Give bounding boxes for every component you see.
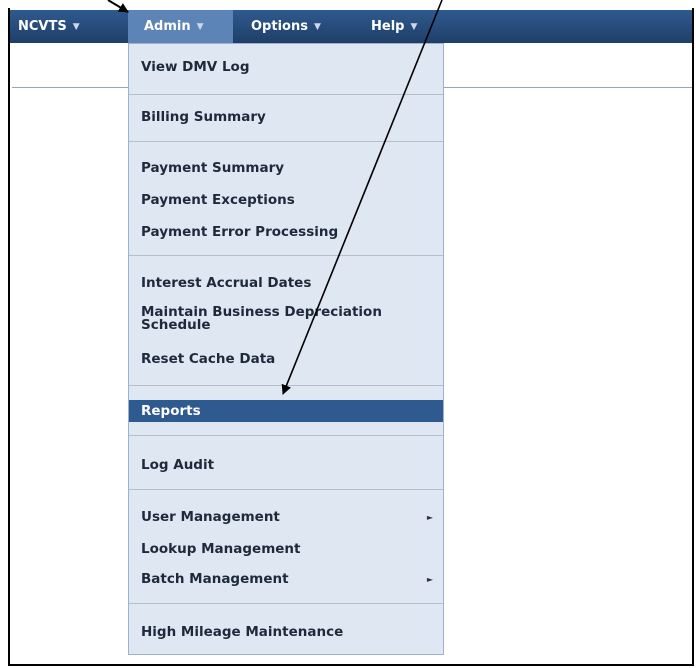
menu-item-user-management-label: User Management (141, 509, 280, 525)
menu-item-lookup-management[interactable]: Lookup Management (129, 538, 443, 560)
menu-options-label: Options (251, 19, 308, 34)
menu-help[interactable]: Help ▼ (371, 10, 451, 43)
menu-item-payment-exceptions[interactable]: Payment Exceptions (129, 189, 443, 211)
menu-separator (129, 603, 443, 604)
menu-help-label: Help (371, 19, 405, 34)
chevron-right-icon: ► (426, 575, 433, 584)
menu-item-billing-summary[interactable]: Billing Summary (129, 106, 443, 128)
menu-separator (129, 94, 443, 95)
menu-item-user-management[interactable]: User Management ► (129, 506, 443, 528)
chevron-down-icon: ▼ (72, 22, 80, 32)
menu-item-interest-accrual-dates[interactable]: Interest Accrual Dates (129, 272, 443, 294)
menu-separator (129, 435, 443, 436)
chevron-down-icon: ▼ (410, 22, 418, 32)
chevron-down-icon: ▼ (196, 22, 204, 32)
menu-separator (129, 255, 443, 256)
menu-item-log-audit[interactable]: Log Audit (129, 454, 443, 476)
menu-separator (129, 489, 443, 490)
menu-item-batch-management[interactable]: Batch Management ► (129, 568, 443, 590)
menu-item-high-mileage-maintenance[interactable]: High Mileage Maintenance (129, 621, 443, 643)
menu-item-batch-management-label: Batch Management (141, 571, 289, 587)
chevron-right-icon: ► (426, 513, 433, 522)
menu-item-reports[interactable]: Reports (129, 400, 443, 422)
menu-ncvts-label: NCVTS (18, 19, 67, 34)
menu-ncvts[interactable]: NCVTS ▼ (18, 10, 128, 43)
chevron-down-icon: ▼ (313, 22, 321, 32)
menu-item-payment-summary[interactable]: Payment Summary (129, 157, 443, 179)
menu-separator (129, 385, 443, 386)
menu-item-view-dmv-log[interactable]: View DMV Log (129, 56, 443, 78)
menu-options[interactable]: Options ▼ (251, 10, 356, 43)
admin-dropdown-menu: View DMV Log Billing Summary Payment Sum… (128, 43, 444, 655)
menu-item-maintain-business-depreciation-schedule[interactable]: Maintain Business Depreciation Schedule (129, 305, 429, 332)
menu-item-reset-cache-data[interactable]: Reset Cache Data (129, 348, 443, 370)
menu-admin-label: Admin (144, 19, 191, 34)
menu-bar: NCVTS ▼ Admin ▼ Options ▼ Help ▼ (10, 10, 692, 43)
menu-admin[interactable]: Admin ▼ (128, 10, 233, 43)
menu-item-payment-error-processing[interactable]: Payment Error Processing (129, 221, 443, 243)
menu-separator (129, 141, 443, 142)
